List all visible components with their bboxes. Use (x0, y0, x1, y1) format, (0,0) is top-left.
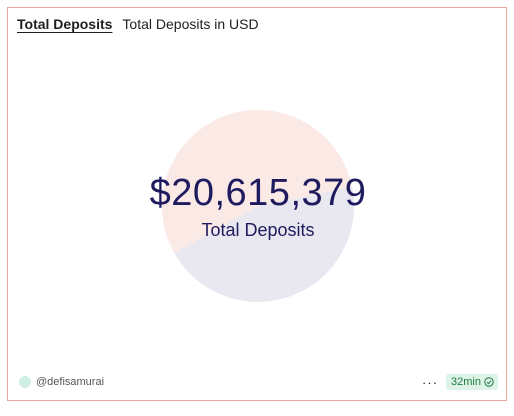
widget-header: Total Deposits Total Deposits in USD (17, 16, 259, 32)
counter-label: Total Deposits (201, 220, 315, 240)
refresh-age-text: 32min (451, 376, 481, 388)
counter-value: $20,615,379 (149, 172, 367, 214)
refresh-status-badge[interactable]: 32min (446, 374, 498, 390)
author-name: @defisamurai (36, 376, 105, 388)
author-info[interactable]: @defisamurai (19, 376, 104, 388)
widget-title-link[interactable]: Total Deposits (17, 16, 112, 32)
widget-footer-actions: ··· 32min (422, 374, 498, 390)
check-circle-icon (484, 377, 494, 387)
more-options-button[interactable]: ··· (422, 376, 438, 389)
widget-subtitle: Total Deposits in USD (122, 16, 259, 32)
widget-card: Total Deposits Total Deposits in USD $20… (7, 7, 507, 401)
avatar (19, 376, 31, 388)
